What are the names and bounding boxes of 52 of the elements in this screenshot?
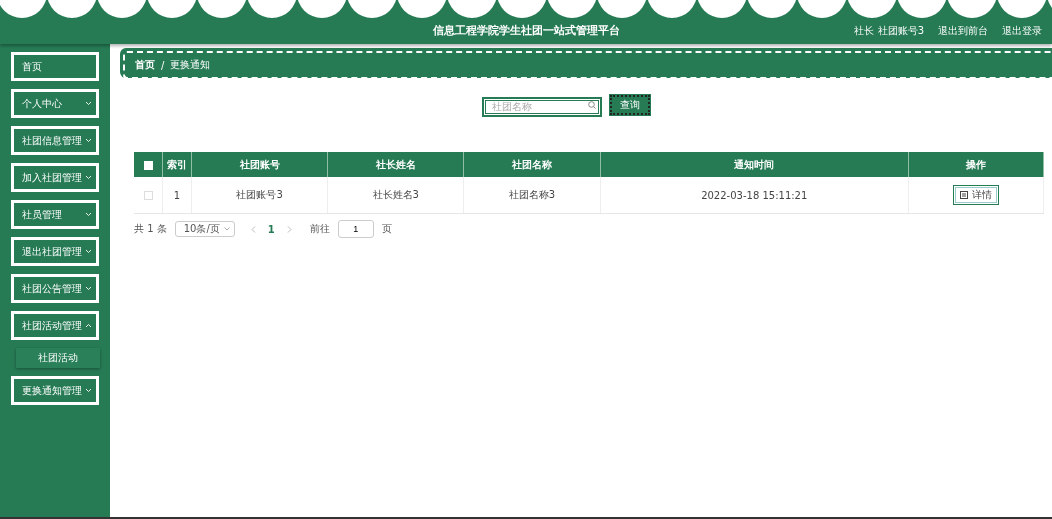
user-label: 社长 社团账号3 xyxy=(854,23,924,38)
table-cell: 社长姓名3 xyxy=(372,189,419,200)
sidebar-item[interactable]: 首页 xyxy=(11,52,99,81)
column-header: 通知时间 xyxy=(734,158,775,170)
sidebar-item[interactable]: 社团信息管理 xyxy=(11,126,99,155)
prev-page-icon[interactable] xyxy=(250,225,256,233)
breadcrumb-separator: / xyxy=(161,59,165,71)
sidebar-item[interactable]: 加入社团管理 xyxy=(11,163,99,192)
search-icon xyxy=(588,101,596,109)
app-title: 信息工程学院学生社团一站式管理平台 xyxy=(432,23,620,38)
next-page-icon[interactable] xyxy=(286,225,292,233)
chevron-icon xyxy=(85,323,92,328)
breadcrumb-item: 更换通知 xyxy=(170,58,211,72)
chevron-icon xyxy=(85,138,92,143)
goto-page-field[interactable]: 1 xyxy=(337,220,374,238)
column-header: 社团账号 xyxy=(239,158,280,170)
column-header: 操作 xyxy=(965,158,986,170)
chevron-icon xyxy=(85,212,92,217)
total-count: 共 1 条 xyxy=(134,222,167,236)
sidebar-item[interactable]: 社团活动管理 xyxy=(11,311,99,340)
header-link[interactable]: 退出登录 xyxy=(1002,23,1042,38)
page-suffix: 页 xyxy=(381,222,392,236)
sidebar-item[interactable]: 个人中心 xyxy=(11,89,99,118)
chevron-icon xyxy=(85,175,92,180)
column-header: 索引 xyxy=(167,158,187,170)
table-cell: 社团名称3 xyxy=(508,189,556,200)
sidebar-item[interactable]: 社员管理 xyxy=(11,200,99,229)
sidebar-item[interactable]: 社团公告管理 xyxy=(11,274,99,303)
document-icon xyxy=(959,191,968,199)
column-header: 社长姓名 xyxy=(375,158,416,170)
page-size-select[interactable]: 10条/页 xyxy=(174,221,235,237)
sidebar-item[interactable]: 更换通知管理 xyxy=(11,376,99,405)
header-link[interactable]: 退出到前台 xyxy=(938,23,988,38)
chevron-icon xyxy=(85,388,92,393)
chevron-icon xyxy=(85,286,92,291)
table-cell: 社团账号3 xyxy=(236,189,283,200)
breadcrumb-item[interactable]: 首页 xyxy=(135,58,155,72)
row-checkbox[interactable] xyxy=(143,191,153,200)
page-number[interactable]: 1 xyxy=(263,223,279,235)
detail-button[interactable]: 详情 xyxy=(952,185,999,205)
submenu-item[interactable]: 社团活动 xyxy=(16,348,100,368)
query-button[interactable]: 查询 xyxy=(610,95,650,115)
goto-label: 前往 xyxy=(309,222,330,236)
search-field[interactable]: 社团名称 xyxy=(482,96,602,117)
chevron-icon xyxy=(85,249,92,254)
chevron-icon xyxy=(85,101,92,106)
sidebar-item[interactable]: 退出社团管理 xyxy=(11,237,99,266)
table-cell: 1 xyxy=(173,189,181,201)
caret-icon xyxy=(223,227,230,231)
select-all-checkbox[interactable] xyxy=(143,160,153,170)
table-cell: 2022-03-18 15:11:21 xyxy=(701,189,808,201)
column-header: 社团名称 xyxy=(512,158,552,170)
